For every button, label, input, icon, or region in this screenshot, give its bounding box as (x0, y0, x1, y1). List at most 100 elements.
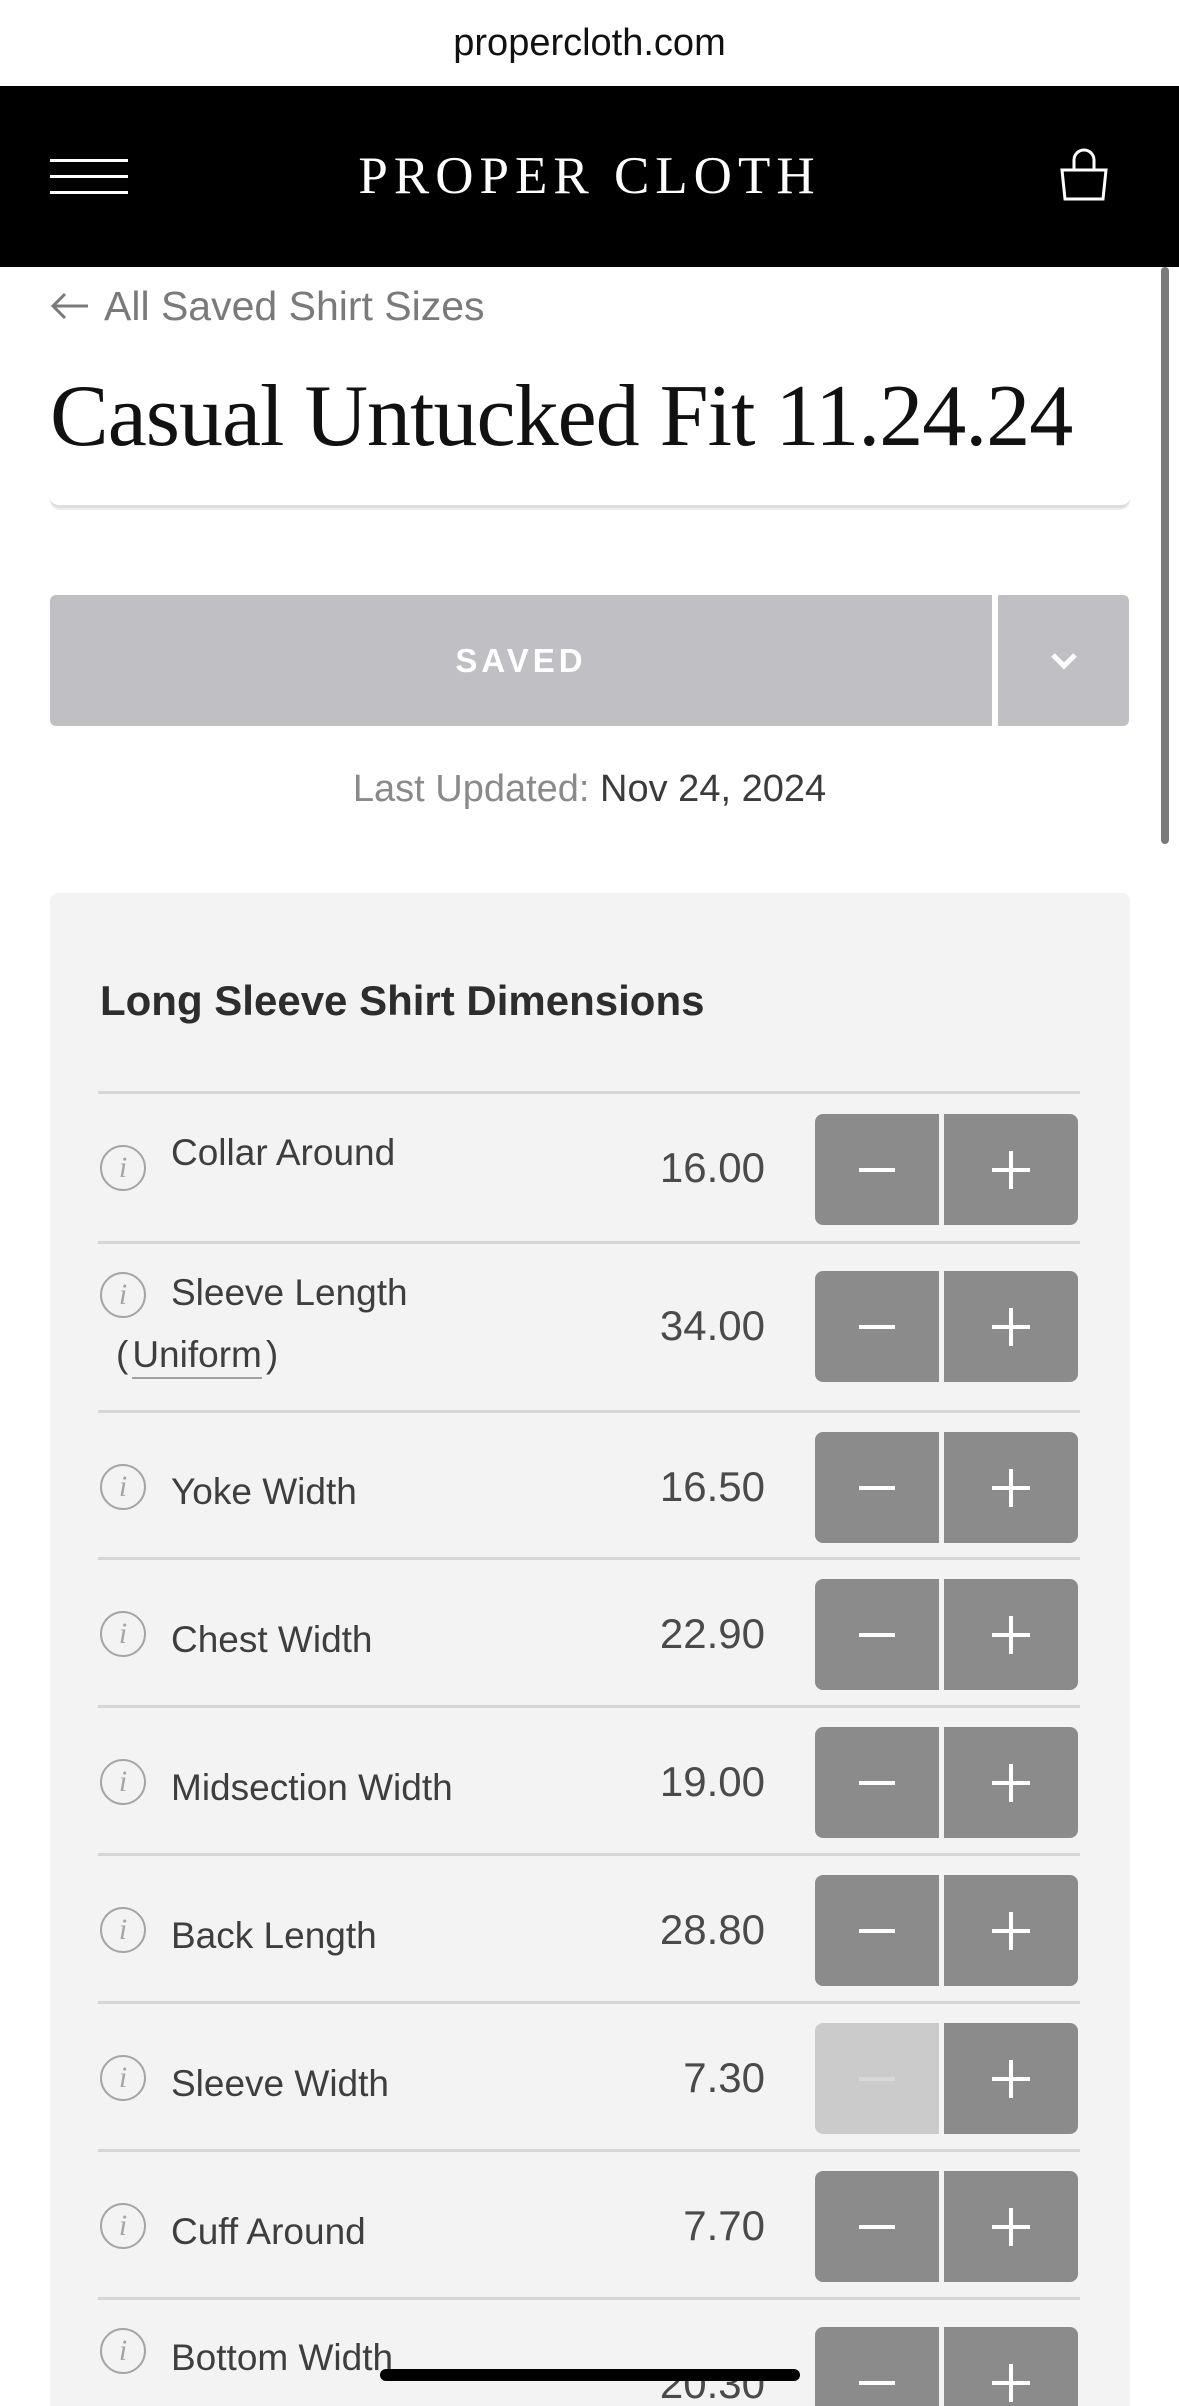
plus-icon (992, 1615, 1030, 1654)
dimension-row: i Sleeve Width 7.30 (98, 2004, 1080, 2152)
saved-button[interactable]: SAVED (50, 595, 992, 726)
page-title: Casual Untucked Fit 11.24.24 (50, 368, 1073, 465)
plus-icon (992, 2207, 1030, 2246)
brand-logo[interactable]: PROPER CLOTH (0, 146, 1179, 206)
plus-icon (992, 2059, 1030, 2098)
dimension-label-text: Sleeve Length (171, 1272, 408, 1313)
dimension-value: 28.80 (659, 1906, 765, 1953)
dimension-label: Collar Around (171, 1122, 395, 1184)
size-title-field[interactable]: Casual Untucked Fit 11.24.24 (50, 338, 1130, 508)
minus-icon (859, 1780, 895, 1785)
increase-button[interactable] (944, 2171, 1078, 2282)
info-icon[interactable]: i (100, 1759, 146, 1805)
sublabel-close-paren: ) (265, 1334, 279, 1375)
info-icon[interactable]: i (100, 1464, 146, 1510)
plus-icon (992, 1150, 1030, 1189)
dimension-label-text: Back Length (171, 1915, 377, 1956)
decrease-button[interactable] (815, 1271, 939, 1382)
dimension-row: i Back Length 28.80 (98, 1856, 1080, 2004)
decrease-button[interactable] (815, 1114, 939, 1225)
plus-icon (992, 1911, 1030, 1950)
dimensions-heading: Long Sleeve Shirt Dimensions (100, 977, 705, 1024)
minus-icon (859, 1632, 895, 1637)
info-icon[interactable]: i (100, 2055, 146, 2101)
info-icon[interactable]: i (100, 2203, 146, 2249)
info-icon[interactable]: i (100, 1611, 146, 1657)
dimension-value: 7.70 (683, 2202, 765, 2249)
info-icon[interactable]: i (100, 1272, 146, 1318)
increase-button[interactable] (944, 2327, 1078, 2406)
decrease-button[interactable] (815, 1579, 939, 1690)
dimension-row: i Midsection Width 19.00 (98, 1708, 1080, 1856)
dimension-value: 19.00 (659, 1758, 765, 1805)
dimension-value: 34.00 (659, 1302, 765, 1349)
decrease-button[interactable] (815, 2171, 939, 2282)
dimension-label: Bottom Width (171, 2327, 393, 2389)
saved-options-dropdown[interactable] (998, 595, 1129, 726)
arrow-left-icon (50, 292, 88, 320)
dimension-value: 16.00 (659, 1144, 765, 1191)
dimension-row: i Yoke Width 16.50 (98, 1413, 1080, 1560)
dimension-value: 20.30 (659, 2360, 765, 2406)
dimension-label-text: Collar Around (171, 1132, 396, 1173)
decrease-button[interactable] (815, 2327, 939, 2406)
minus-icon (859, 1485, 895, 1490)
minus-icon (859, 2380, 895, 2385)
increase-button[interactable] (944, 1114, 1078, 1225)
dimension-label: Midsection Width (171, 1757, 453, 1819)
dimension-label: Sleeve Width (171, 2053, 389, 2115)
home-indicator (380, 2369, 800, 2381)
sublabel-open-paren: ( (116, 1334, 129, 1375)
dimension-label: Cuff Around (171, 2201, 366, 2263)
dimension-row: i Collar Around 16.00 (98, 1094, 1080, 1244)
increase-button[interactable] (944, 1579, 1078, 1690)
dimension-label: Yoke Width (171, 1461, 357, 1523)
url-text: propercloth.com (453, 21, 726, 64)
dimension-label: Sleeve Length (Uniform) (116, 1262, 408, 1386)
back-link-label: All Saved Shirt Sizes (104, 282, 485, 329)
minus-icon (859, 1928, 895, 1933)
decrease-button[interactable] (815, 2023, 939, 2134)
increase-button[interactable] (944, 1432, 1078, 1543)
chevron-down-icon (1050, 652, 1077, 670)
dimension-value: 22.90 (659, 1610, 765, 1657)
dimension-label-text: Sleeve Width (171, 2063, 389, 2104)
decrease-button[interactable] (815, 1432, 939, 1543)
dimension-sublabel: (Uniform) (116, 1324, 408, 1386)
dimension-label: Back Length (171, 1905, 377, 1967)
dimension-row: i Cuff Around 7.70 (98, 2152, 1080, 2300)
dimension-row: i Bottom Width 20.30 (98, 2300, 1080, 2406)
decrease-button[interactable] (815, 1875, 939, 1986)
dimension-label-text: Cuff Around (171, 2211, 366, 2252)
dimension-value: 7.30 (683, 2054, 765, 2101)
info-icon[interactable]: i (100, 1907, 146, 1953)
increase-button[interactable] (944, 2023, 1078, 2134)
minus-icon (859, 2076, 895, 2081)
info-icon[interactable]: i (100, 1145, 146, 1191)
last-updated-label: Last Updated: (352, 768, 590, 810)
page-scrollbar[interactable] (1161, 267, 1169, 844)
increase-button[interactable] (944, 1727, 1078, 1838)
shopping-bag-icon[interactable] (1054, 144, 1114, 204)
plus-icon (992, 1763, 1030, 1802)
plus-icon (992, 1468, 1030, 1507)
info-icon[interactable]: i (100, 2328, 146, 2374)
dimension-label-text: Bottom Width (171, 2337, 394, 2378)
minus-icon (859, 2224, 895, 2229)
decrease-button[interactable] (815, 1727, 939, 1838)
dimension-label: Chest Width (171, 1609, 373, 1671)
dimension-label-text: Yoke Width (171, 1471, 357, 1512)
plus-icon (992, 1307, 1030, 1346)
minus-icon (859, 1167, 895, 1172)
sleeve-style-link[interactable]: Uniform (132, 1334, 262, 1379)
dimension-label-text: Chest Width (171, 1619, 373, 1660)
shirt-dimensions-panel: Long Sleeve Shirt Dimensions i Collar Aro… (50, 893, 1130, 2406)
dimension-value: 16.50 (659, 1463, 765, 1510)
browser-url-bar[interactable]: propercloth.com (0, 0, 1179, 86)
increase-button[interactable] (944, 1271, 1078, 1382)
last-updated-value: Nov 24, 2024 (600, 768, 827, 810)
dimensions-list: i Collar Around 16.00 i Sleeve Length (Unifor… (98, 1091, 1080, 2406)
minus-icon (859, 1324, 895, 1329)
increase-button[interactable] (944, 1875, 1078, 1986)
back-to-saved-sizes-link[interactable]: All Saved Shirt Sizes (50, 278, 485, 334)
